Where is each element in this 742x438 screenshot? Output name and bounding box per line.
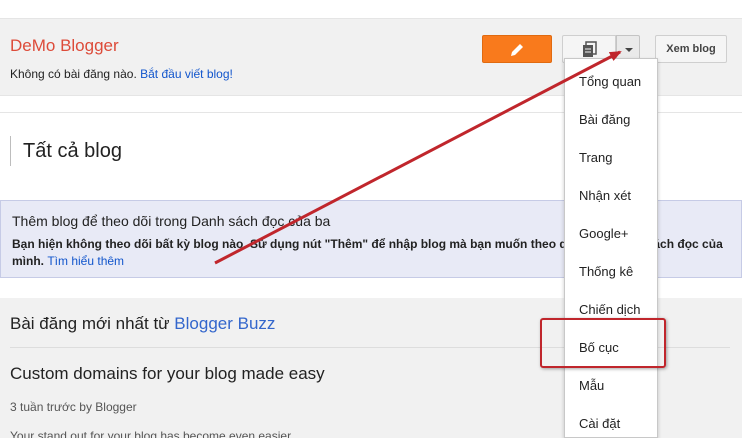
- post-title[interactable]: Custom domains for your blog made easy: [10, 364, 325, 384]
- latest-posts-prefix: Bài đăng mới nhất từ: [10, 314, 170, 333]
- menu-item-pages[interactable]: Trang: [565, 143, 657, 173]
- blogger-buzz-link[interactable]: Blogger Buzz: [174, 314, 275, 333]
- menu-item-posts[interactable]: Bài đăng: [565, 105, 657, 135]
- blog-empty-text: Không có bài đăng nào.: [10, 67, 137, 81]
- latest-posts-heading: Bài đăng mới nhất từ Blogger Buzz: [10, 314, 275, 334]
- blog-title[interactable]: DeMo Blogger: [10, 36, 119, 56]
- menu-item-stats[interactable]: Thống kê: [565, 257, 657, 287]
- view-blog-button[interactable]: Xem blog: [655, 35, 727, 63]
- blog-status: Không có bài đăng nào. Bắt đầu viết blog…: [10, 67, 233, 81]
- document-icon: [583, 41, 597, 57]
- layout-highlight-box: [540, 318, 666, 368]
- start-blogging-link[interactable]: Bắt đầu viết blog!: [140, 67, 233, 81]
- blog-menu-dropdown: Tổng quan Bài đăng Trang Nhận xét Google…: [564, 58, 658, 438]
- menu-item-comments[interactable]: Nhận xét: [565, 181, 657, 211]
- learn-more-link[interactable]: Tìm hiểu thêm: [47, 254, 124, 268]
- menu-item-overview[interactable]: Tổng quan: [565, 67, 657, 97]
- blogger-dashboard: DeMo Blogger Không có bài đăng nào. Bắt …: [0, 0, 742, 438]
- menu-item-settings[interactable]: Cài đặt: [565, 409, 657, 437]
- reading-list-title: Thêm blog để theo dõi trong Danh sách đọ…: [12, 213, 331, 229]
- post-meta: 3 tuần trước by Blogger: [10, 400, 137, 414]
- menu-item-template[interactable]: Mẫu: [565, 371, 657, 401]
- all-blogs-heading: Tất cả blog: [10, 136, 122, 166]
- new-post-button[interactable]: [482, 35, 552, 63]
- chevron-down-icon: [625, 48, 633, 52]
- pencil-icon: [511, 44, 523, 56]
- post-snippet: Your stand out for your blog has become …: [10, 429, 301, 438]
- menu-item-google-plus[interactable]: Google+: [565, 219, 657, 249]
